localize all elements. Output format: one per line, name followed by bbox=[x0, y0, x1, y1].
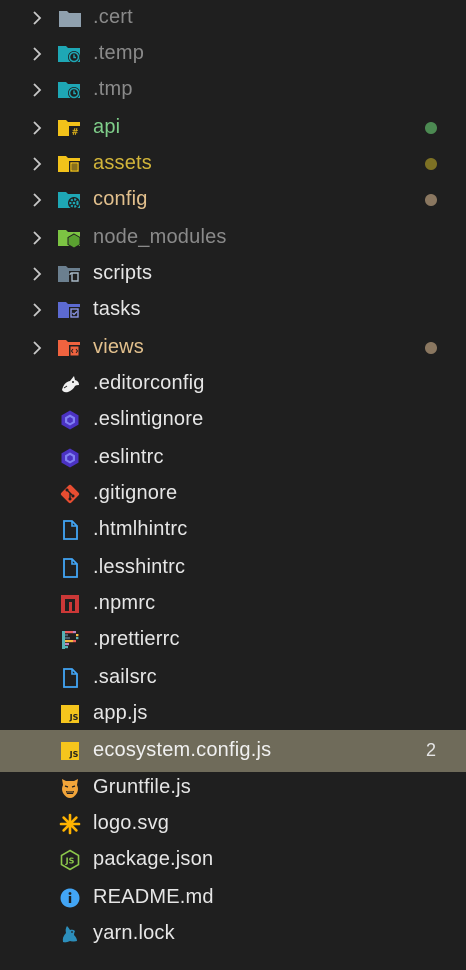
yarn-icon bbox=[57, 922, 83, 946]
folder-temp-icon bbox=[57, 78, 83, 102]
eslint-icon bbox=[57, 408, 83, 432]
git-status-dot bbox=[425, 342, 437, 354]
npm-icon bbox=[57, 592, 83, 616]
folder-temp-icon bbox=[57, 42, 83, 66]
svg-text:JS: JS bbox=[69, 713, 79, 722]
folder-row-views[interactable]: views bbox=[0, 330, 466, 366]
folder-label: config bbox=[93, 188, 148, 211]
chevron-right-icon[interactable] bbox=[30, 229, 44, 247]
file-row-readme-md[interactable]: README.md bbox=[0, 880, 466, 916]
file-row-ecosystem-config-js[interactable]: JS ecosystem.config.js 2 bbox=[0, 730, 466, 772]
file-row-sailsrc[interactable]: .sailsrc bbox=[0, 660, 466, 696]
problems-count-badge: 2 bbox=[426, 740, 437, 761]
file-row-prettierrc[interactable]: .prettierrc bbox=[0, 622, 466, 658]
eslint-icon bbox=[57, 446, 83, 470]
file-row-htmlhintrc[interactable]: .htmlhintrc bbox=[0, 512, 466, 548]
folder-label: node_modules bbox=[93, 226, 227, 249]
file-row-gitignore[interactable]: .gitignore bbox=[0, 476, 466, 512]
file-row-package-json[interactable]: JS package.json bbox=[0, 842, 466, 878]
file-label: .htmlhintrc bbox=[93, 518, 188, 541]
file-row-yarn-lock[interactable]: yarn.lock bbox=[0, 916, 466, 952]
file-label: .editorconfig bbox=[93, 372, 205, 395]
file-label: logo.svg bbox=[93, 812, 170, 835]
file-label: .gitignore bbox=[93, 482, 178, 505]
nodejs-icon: JS bbox=[57, 848, 83, 872]
file-icon bbox=[57, 556, 83, 580]
folder-row-config[interactable]: config bbox=[0, 182, 466, 218]
chevron-right-icon[interactable] bbox=[30, 191, 44, 209]
folder-label: tasks bbox=[93, 298, 141, 321]
git-status-dot bbox=[425, 122, 437, 134]
chevron-right-icon[interactable] bbox=[30, 81, 44, 99]
folder-row-assets[interactable]: assets bbox=[0, 146, 466, 182]
prettier-icon bbox=[57, 628, 83, 652]
git-status-dot bbox=[425, 194, 437, 206]
git-status-dot bbox=[425, 158, 437, 170]
svg-icon bbox=[57, 812, 83, 836]
chevron-right-icon[interactable] bbox=[30, 339, 44, 357]
editorconfig-icon bbox=[57, 372, 83, 396]
folder-row-tasks[interactable]: tasks bbox=[0, 292, 466, 328]
svg-text:JS: JS bbox=[65, 857, 75, 866]
folder-label: .temp bbox=[93, 42, 145, 65]
folder-row-tmp[interactable]: .tmp bbox=[0, 72, 466, 108]
javascript-icon: JS bbox=[57, 739, 83, 763]
folder-tasks-icon bbox=[57, 298, 83, 322]
folder-label: .tmp bbox=[93, 78, 133, 101]
file-label: .eslintignore bbox=[93, 408, 204, 431]
folder-label: scripts bbox=[93, 262, 153, 285]
file-icon bbox=[57, 666, 83, 690]
folder-label: assets bbox=[93, 152, 153, 175]
folder-icon bbox=[57, 6, 83, 30]
grunt-icon bbox=[57, 776, 83, 800]
chevron-right-icon[interactable] bbox=[30, 9, 44, 27]
file-row-eslintignore[interactable]: .eslintignore bbox=[0, 402, 466, 438]
file-row-npmrc[interactable]: .npmrc bbox=[0, 586, 466, 622]
svg-text:JS: JS bbox=[69, 750, 79, 759]
file-row-eslintrc[interactable]: .eslintrc bbox=[0, 440, 466, 476]
file-row-logo-svg[interactable]: logo.svg bbox=[0, 806, 466, 842]
chevron-right-icon[interactable] bbox=[30, 45, 44, 63]
file-row-app-js[interactable]: JS app.js bbox=[0, 696, 466, 732]
folder-label: api bbox=[93, 116, 121, 139]
folder-node-icon bbox=[57, 226, 83, 250]
folder-config-icon bbox=[57, 188, 83, 212]
file-icon bbox=[57, 518, 83, 542]
file-explorer-tree: .cert .temp .tmp # api assets config nod… bbox=[0, 0, 466, 970]
folder-row-scripts[interactable]: scripts bbox=[0, 256, 466, 292]
folder-views-icon bbox=[57, 336, 83, 360]
info-icon bbox=[57, 886, 83, 910]
chevron-right-icon[interactable] bbox=[30, 301, 44, 319]
file-label: Gruntfile.js bbox=[93, 776, 191, 799]
file-row-editorconfig[interactable]: .editorconfig bbox=[0, 366, 466, 402]
file-label: .eslintrc bbox=[93, 446, 164, 469]
chevron-right-icon[interactable] bbox=[30, 265, 44, 283]
file-label: ecosystem.config.js bbox=[93, 739, 272, 762]
javascript-icon: JS bbox=[57, 702, 83, 726]
chevron-right-icon[interactable] bbox=[30, 119, 44, 137]
svg-text:#: # bbox=[72, 127, 78, 138]
git-icon bbox=[57, 482, 83, 506]
folder-label: .cert bbox=[93, 6, 133, 29]
folder-scripts-icon bbox=[57, 262, 83, 286]
file-row-gruntfile-js[interactable]: Gruntfile.js bbox=[0, 770, 466, 806]
file-label: .prettierrc bbox=[93, 628, 180, 651]
chevron-right-icon[interactable] bbox=[30, 155, 44, 173]
file-label: package.json bbox=[93, 848, 214, 871]
file-label: README.md bbox=[93, 886, 214, 909]
file-label: yarn.lock bbox=[93, 922, 175, 945]
folder-row-node-modules[interactable]: node_modules bbox=[0, 220, 466, 256]
folder-row-temp[interactable]: .temp bbox=[0, 36, 466, 72]
file-label: .lesshintrc bbox=[93, 556, 186, 579]
folder-label: views bbox=[93, 336, 145, 359]
folder-row-api[interactable]: # api bbox=[0, 110, 466, 146]
file-label: app.js bbox=[93, 702, 148, 725]
folder-row-cert[interactable]: .cert bbox=[0, 0, 466, 36]
file-label: .npmrc bbox=[93, 592, 156, 615]
file-row-lesshintrc[interactable]: .lesshintrc bbox=[0, 550, 466, 586]
file-label: .sailsrc bbox=[93, 666, 157, 689]
folder-assets-icon bbox=[57, 152, 83, 176]
folder-api-icon: # bbox=[57, 116, 83, 140]
